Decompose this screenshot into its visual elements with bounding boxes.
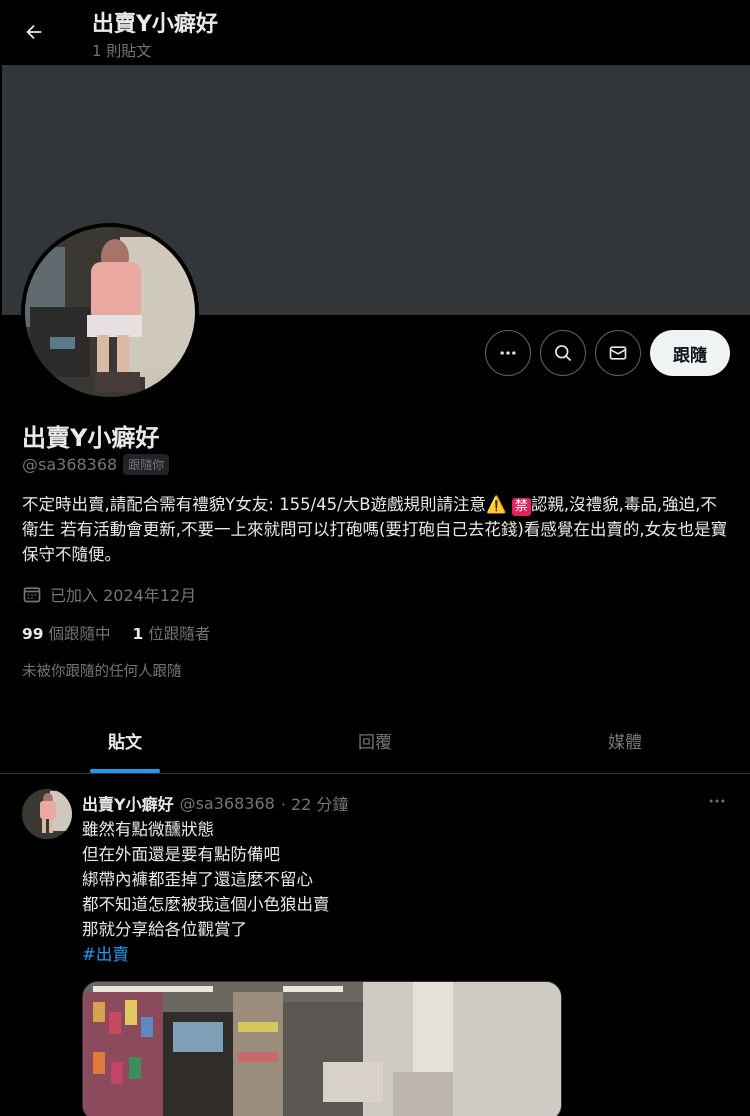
post-count: 1 則貼文 bbox=[92, 42, 152, 60]
handle: @sa368368 bbox=[22, 455, 118, 474]
follow-stats: 99 個跟隨中 1 位跟隨者 bbox=[22, 622, 210, 644]
tab-posts[interactable]: 貼文 bbox=[0, 708, 250, 773]
tweet-header: 出賣Y小癖好 @sa368368 · 22 分鐘 bbox=[82, 791, 348, 815]
tweet-avatar[interactable] bbox=[22, 789, 72, 839]
tweet[interactable]: 出賣Y小癖好 @sa368368 · 22 分鐘 雖然有點微醺狀態 但在外面還是… bbox=[0, 775, 750, 1116]
followers-label: 位跟隨者 bbox=[148, 625, 211, 643]
tab-replies[interactable]: 回覆 bbox=[250, 708, 500, 773]
following-count: 99 bbox=[22, 625, 44, 643]
back-arrow-icon bbox=[26, 24, 42, 40]
message-icon bbox=[609, 346, 627, 360]
back-button[interactable] bbox=[16, 14, 52, 50]
page-title: 出賣Y小癖好 bbox=[92, 12, 218, 37]
tweet-line: 那就分享給各位觀賞了 bbox=[82, 920, 247, 939]
tweet-line: 綁帶內褲都歪掉了還這麼不留心 bbox=[82, 870, 313, 889]
follow-button[interactable]: 跟隨 bbox=[650, 330, 730, 376]
follows-you-badge: 跟隨你 bbox=[123, 454, 170, 475]
tweet-time[interactable]: · 22 分鐘 bbox=[281, 791, 349, 815]
following-link[interactable]: 99 個跟隨中 bbox=[22, 622, 111, 644]
joined-text: 已加入 2024年12月 bbox=[50, 586, 197, 605]
more-options-button[interactable] bbox=[485, 330, 531, 376]
tweet-author-name[interactable]: 出賣Y小癖好 bbox=[82, 791, 174, 815]
tweet-text: 雖然有點微醺狀態 但在外面還是要有點防備吧 綁帶內褲都歪掉了還這麼不留心 都不知… bbox=[82, 817, 330, 967]
tweet-media-image[interactable] bbox=[82, 981, 562, 1116]
warning-icon: ⚠️ bbox=[486, 495, 507, 514]
tweet-line: 都不知道怎麼被我這個小色狼出賣 bbox=[82, 895, 330, 914]
tab-label: 媒體 bbox=[608, 733, 642, 753]
hashtag-link[interactable]: #出賣 bbox=[82, 942, 330, 967]
top-bar: 出賣Y小癖好 1 則貼文 bbox=[0, 0, 750, 65]
handle-row: @sa368368 跟隨你 bbox=[22, 454, 170, 475]
tweet-more-button[interactable] bbox=[700, 789, 734, 813]
calendar-icon bbox=[23, 587, 41, 603]
joined-date: 已加入 2024年12月 bbox=[22, 582, 196, 606]
not-followed-text: 未被你跟隨的任何人跟隨 bbox=[22, 664, 182, 680]
search-icon bbox=[555, 345, 572, 362]
followers-link[interactable]: 1 位跟隨者 bbox=[133, 622, 211, 644]
tweet-author-handle[interactable]: @sa368368 bbox=[180, 794, 275, 813]
prohibited-badge: 禁 bbox=[511, 498, 531, 516]
more-icon bbox=[709, 799, 725, 803]
tweet-line: 雖然有點微醺狀態 bbox=[82, 820, 214, 839]
tab-media[interactable]: 媒體 bbox=[500, 708, 750, 773]
tweet-line: 但在外面還是要有點防備吧 bbox=[82, 845, 280, 864]
more-icon bbox=[500, 351, 516, 355]
avatar[interactable] bbox=[21, 223, 199, 401]
search-button[interactable] bbox=[540, 330, 586, 376]
tab-label: 貼文 bbox=[108, 733, 142, 753]
tab-active-indicator bbox=[90, 769, 160, 773]
bio: 不定時出賣,請配合需有禮貌Y女友: 155/45/大B遊戲規則請注意⚠️ 禁認親… bbox=[22, 492, 732, 567]
tab-label: 回覆 bbox=[358, 733, 392, 753]
message-button[interactable] bbox=[595, 330, 641, 376]
following-label: 個跟隨中 bbox=[48, 625, 111, 643]
display-name: 出賣Y小癖好 bbox=[22, 424, 160, 452]
followers-count: 1 bbox=[132, 625, 144, 643]
bio-text-1: 不定時出賣,請配合需有禮貌Y女友: 155/45/大B遊戲規則請注意 bbox=[22, 495, 487, 514]
avatar-image bbox=[25, 227, 195, 397]
profile-tabs: 貼文 回覆 媒體 bbox=[0, 708, 750, 774]
